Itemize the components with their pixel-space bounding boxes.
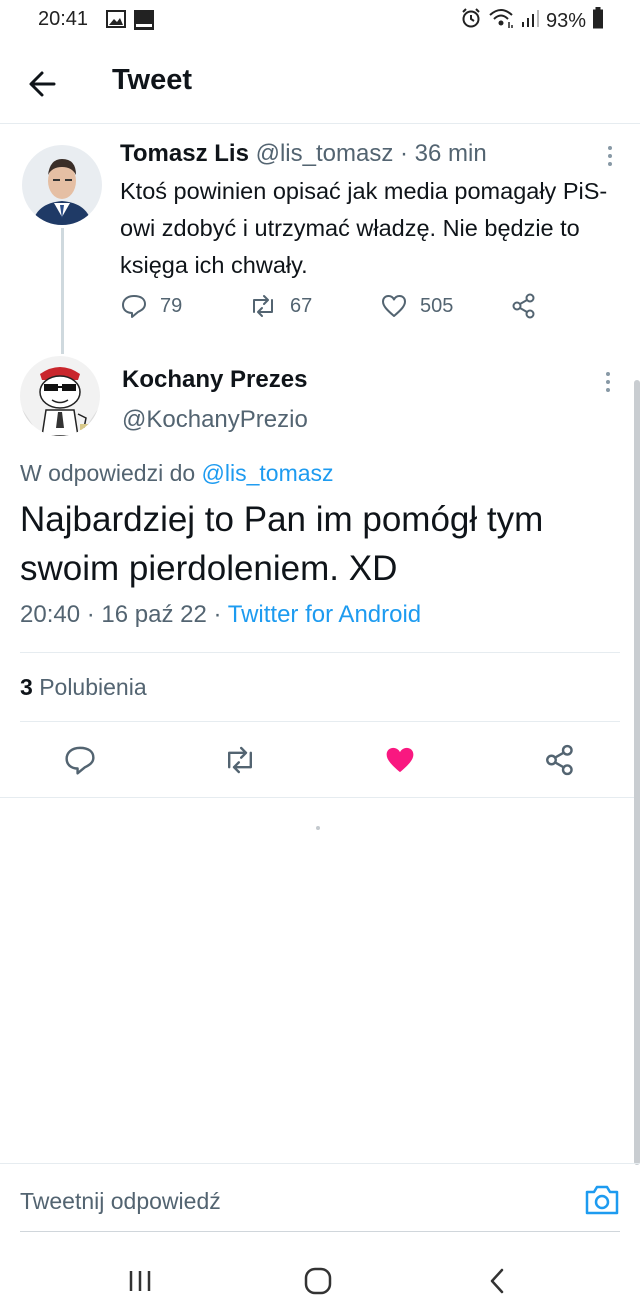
reply-button[interactable] (58, 738, 102, 782)
avatar-cartoon (20, 356, 100, 436)
parent-share-button[interactable] (510, 292, 538, 320)
heart-filled-icon (386, 747, 414, 773)
reply-icon (122, 295, 146, 318)
retweet-icon (228, 746, 252, 774)
avatar-tomasz-lis[interactable] (22, 145, 102, 225)
parent-reply-count: 79 (160, 294, 183, 317)
avatar-kochany-prezes[interactable] (20, 356, 100, 436)
meta-separator: · (400, 140, 408, 167)
share-icon (512, 293, 535, 319)
tweet-metadata: 20:40 · 16 paź 22 · Twitter for Android (20, 601, 421, 629)
status-bar: 20:41 93% (0, 0, 640, 40)
avatar-photo (22, 145, 102, 225)
battery-icon (592, 7, 604, 35)
retweet-button[interactable] (218, 738, 262, 782)
more-vertical-icon (608, 146, 612, 166)
recent-apps-button[interactable] (120, 1263, 160, 1299)
alarm-icon (460, 7, 482, 35)
share-icon (546, 744, 573, 776)
parent-retweet-count: 67 (290, 294, 313, 317)
camera-icon (585, 1185, 619, 1215)
retweet-icon (253, 295, 273, 317)
likes-count: 3 (20, 674, 33, 700)
arrow-left-icon (29, 71, 56, 97)
parent-more-options-button[interactable] (600, 144, 620, 170)
more-options-button[interactable] (598, 370, 618, 396)
status-time: 20:41 (38, 8, 89, 30)
orange-carrier-icon (134, 10, 154, 35)
tweet-date: 16 paź 22 (101, 601, 207, 628)
parent-tweet-text: Ktoś powinien opisać jak media pomagały … (120, 178, 608, 278)
composer-underline (20, 1231, 620, 1232)
reply-to-handle-link[interactable]: @lis_tomasz (202, 460, 334, 486)
chevron-left-icon (490, 1268, 504, 1294)
parent-like-button[interactable]: 505 (380, 292, 453, 320)
home-button[interactable] (298, 1263, 338, 1299)
tweet-actions (0, 738, 640, 784)
share-button[interactable] (538, 738, 582, 782)
status-icons: 93% (460, 7, 604, 35)
thread-connector-line (61, 228, 64, 354)
battery-label: 93% (545, 9, 586, 32)
scrollbar[interactable] (634, 380, 640, 1165)
likes-label: Polubienia (39, 674, 147, 700)
parent-like-count: 505 (420, 294, 454, 317)
parent-tweet-actions: 79 67 505 (120, 292, 560, 324)
tweet-text: Najbardziej to Pan im pomógł tym swoim p… (20, 500, 544, 588)
parent-reply-button[interactable]: 79 (120, 292, 182, 320)
gallery-icon (106, 10, 126, 33)
parent-tweet-time[interactable]: 36 min (415, 140, 487, 167)
reply-icon (65, 746, 95, 775)
tweet-time: 20:40 (20, 601, 81, 628)
camera-button[interactable] (582, 1182, 622, 1218)
author-handle[interactable]: @KochanyPrezio (122, 406, 308, 434)
parent-retweet-button[interactable]: 67 (248, 292, 312, 320)
divider (20, 721, 620, 722)
signal-icon (520, 8, 540, 34)
reply-composer: Tweetnij odpowiedź (0, 1163, 640, 1233)
system-back-button[interactable] (478, 1263, 518, 1299)
parent-author-name[interactable]: Tomasz Lis (120, 140, 249, 167)
like-button[interactable] (378, 738, 422, 782)
home-icon (304, 1267, 332, 1295)
parent-tweet-header: Tomasz Lis @lis_tomasz · 36 min (120, 140, 487, 168)
page-title: Tweet (112, 64, 193, 96)
wifi-icon (488, 7, 514, 35)
likes-summary[interactable]: 3 Polubienia (20, 674, 147, 701)
top-app-bar: Tweet (0, 44, 640, 124)
parent-author-handle[interactable]: @lis_tomasz (256, 140, 394, 167)
more-vertical-icon (606, 372, 610, 392)
section-divider (0, 797, 640, 798)
recents-icon (129, 1271, 151, 1291)
divider (20, 652, 620, 653)
tweet-source-link[interactable]: Twitter for Android (228, 601, 421, 628)
reply-context: W odpowiedzi do @lis_tomasz (20, 460, 334, 487)
reply-input[interactable]: Tweetnij odpowiedź (20, 1188, 221, 1215)
heart-outline-icon (382, 295, 406, 317)
system-navigation-bar (0, 1245, 640, 1315)
reply-prefix: W odpowiedzi do (20, 460, 196, 486)
author-name[interactable]: Kochany Prezes (122, 366, 307, 394)
back-button[interactable] (24, 64, 64, 104)
loading-indicator-dot (316, 826, 320, 830)
meta-separator: · (213, 601, 222, 628)
meta-separator: · (86, 601, 95, 628)
